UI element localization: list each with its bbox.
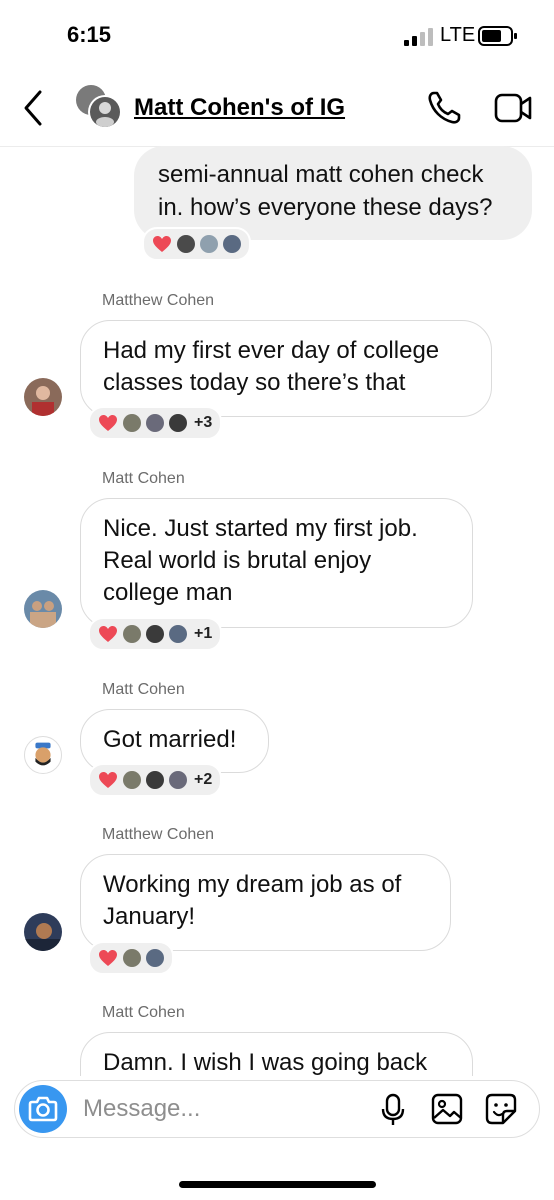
video-camera-icon[interactable] (494, 92, 532, 124)
sender-name: Matthew Cohen (102, 826, 215, 843)
message-text-line: Nice. Just started my first job. (103, 515, 418, 542)
battery-icon (478, 26, 517, 46)
reactions-more-count: +1 (194, 625, 213, 642)
reactions-bar[interactable] (88, 941, 174, 975)
reactor-avatar (177, 235, 195, 253)
reactions-bar[interactable] (142, 227, 251, 261)
reactor-avatar (146, 414, 164, 432)
message-list[interactable]: semi-annual matt cohen check in. how’s e… (0, 146, 554, 1076)
signal-strength-icon (404, 28, 433, 46)
message-text-line: in. how’s everyone these days? (158, 194, 493, 221)
avatar[interactable] (24, 590, 62, 628)
camera-icon (28, 1096, 58, 1122)
reactions-bar[interactable]: +3 (88, 406, 223, 440)
heart-icon (153, 236, 171, 252)
camera-button[interactable] (19, 1085, 67, 1133)
reactor-avatar (123, 625, 141, 643)
incoming-message[interactable]: Nice. Just started my first job. Real wo… (80, 498, 473, 628)
gallery-icon[interactable] (431, 1093, 463, 1125)
reactor-avatar (146, 949, 164, 967)
back-chevron-icon[interactable] (22, 88, 46, 128)
home-indicator[interactable] (179, 1181, 376, 1188)
message-composer (14, 1080, 540, 1138)
heart-icon (99, 415, 117, 431)
chat-title[interactable]: Matt Cohen's of IG (134, 94, 345, 122)
reactor-avatar (169, 625, 187, 643)
message-input[interactable] (81, 1093, 355, 1125)
status-time: 6:15 (67, 22, 112, 47)
reactor-avatar (146, 625, 164, 643)
heart-icon (99, 950, 117, 966)
message-text-line: classes today so there’s that (103, 369, 406, 396)
network-type: LTE (440, 24, 476, 46)
phone-icon[interactable] (426, 90, 462, 126)
chat-header: Matt Cohen's of IG (0, 70, 554, 147)
heart-icon (99, 772, 117, 788)
reactor-avatar (123, 771, 141, 789)
sender-name: Matt Cohen (102, 470, 185, 487)
reactor-avatar (123, 414, 141, 432)
message-text-line: semi-annual matt cohen check (158, 161, 484, 188)
sender-name: Matthew Cohen (102, 292, 215, 309)
avatar[interactable] (24, 378, 62, 416)
reactions-bar[interactable]: +1 (88, 617, 223, 651)
message-text-line: Had my first ever day of college (103, 337, 440, 364)
avatar[interactable] (24, 736, 62, 774)
message-text-line: Working my dream job as of (103, 871, 402, 898)
status-bar: 6:15 LTE (0, 0, 554, 70)
message-text-line: college man (103, 579, 233, 606)
reactions-bar[interactable]: +2 (88, 763, 223, 797)
reactions-more-count: +2 (194, 771, 213, 788)
message-text-line: Damn. I wish I was going back (103, 1049, 428, 1076)
reactor-avatar (200, 235, 218, 253)
message-text-line: Got married! (103, 726, 237, 753)
microphone-icon[interactable] (381, 1093, 405, 1127)
heart-icon (99, 626, 117, 642)
reactor-avatar (146, 771, 164, 789)
sender-name: Matt Cohen (102, 681, 185, 698)
group-avatar[interactable] (75, 84, 123, 130)
reactor-avatar (169, 771, 187, 789)
reactor-avatar (223, 235, 241, 253)
message-text-line: Real world is brutal enjoy (103, 547, 372, 574)
message-text-line: January! (103, 903, 196, 930)
incoming-message[interactable]: Damn. I wish I was going back (80, 1032, 473, 1076)
reactor-avatar (123, 949, 141, 967)
reactor-avatar (169, 414, 187, 432)
sticker-icon[interactable] (485, 1093, 517, 1125)
incoming-message[interactable]: Working my dream job as of January! (80, 854, 451, 951)
incoming-message[interactable]: Had my first ever day of college classes… (80, 320, 492, 417)
outgoing-message[interactable]: semi-annual matt cohen check in. how’s e… (134, 146, 532, 240)
reactions-more-count: +3 (194, 414, 213, 431)
avatar[interactable] (24, 913, 62, 951)
sender-name: Matt Cohen (102, 1004, 185, 1021)
